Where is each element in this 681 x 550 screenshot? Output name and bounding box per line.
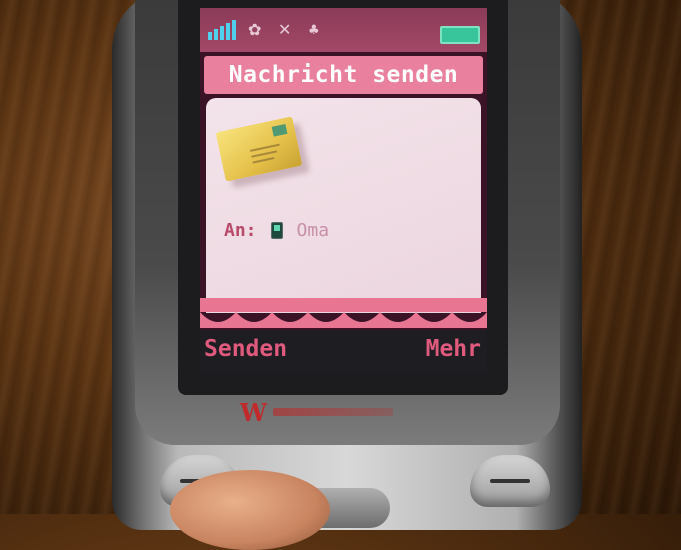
message-content-area: An: Oma bbox=[206, 98, 481, 313]
walkman-logo: W bbox=[240, 398, 430, 427]
status-bar: ✿ ✕ ♣ bbox=[200, 8, 487, 52]
phone-screen: ✿ ✕ ♣ Nachricht senden An: Oma Senden Me… bbox=[200, 8, 487, 373]
profile-icon: ♣ bbox=[308, 23, 320, 38]
signal-icon bbox=[208, 20, 236, 40]
right-soft-key-button[interactable] bbox=[470, 455, 550, 507]
recipient-name[interactable]: Oma bbox=[297, 220, 330, 241]
battery-icon bbox=[440, 26, 480, 44]
recipient-row[interactable]: An: Oma bbox=[224, 220, 329, 241]
more-softkey[interactable]: Mehr bbox=[426, 336, 481, 362]
send-softkey[interactable]: Senden bbox=[204, 336, 287, 362]
scallop-border bbox=[200, 298, 487, 328]
recipient-label: An: bbox=[224, 220, 257, 241]
thumb bbox=[170, 470, 330, 550]
mobile-phone-icon bbox=[270, 222, 283, 239]
flower-icon: ✿ bbox=[248, 20, 262, 39]
envelope-icon bbox=[215, 116, 303, 182]
mute-icon: ✕ bbox=[278, 20, 292, 39]
screen-title: Nachricht senden bbox=[204, 56, 483, 94]
softkey-bar: Senden Mehr bbox=[200, 330, 487, 373]
